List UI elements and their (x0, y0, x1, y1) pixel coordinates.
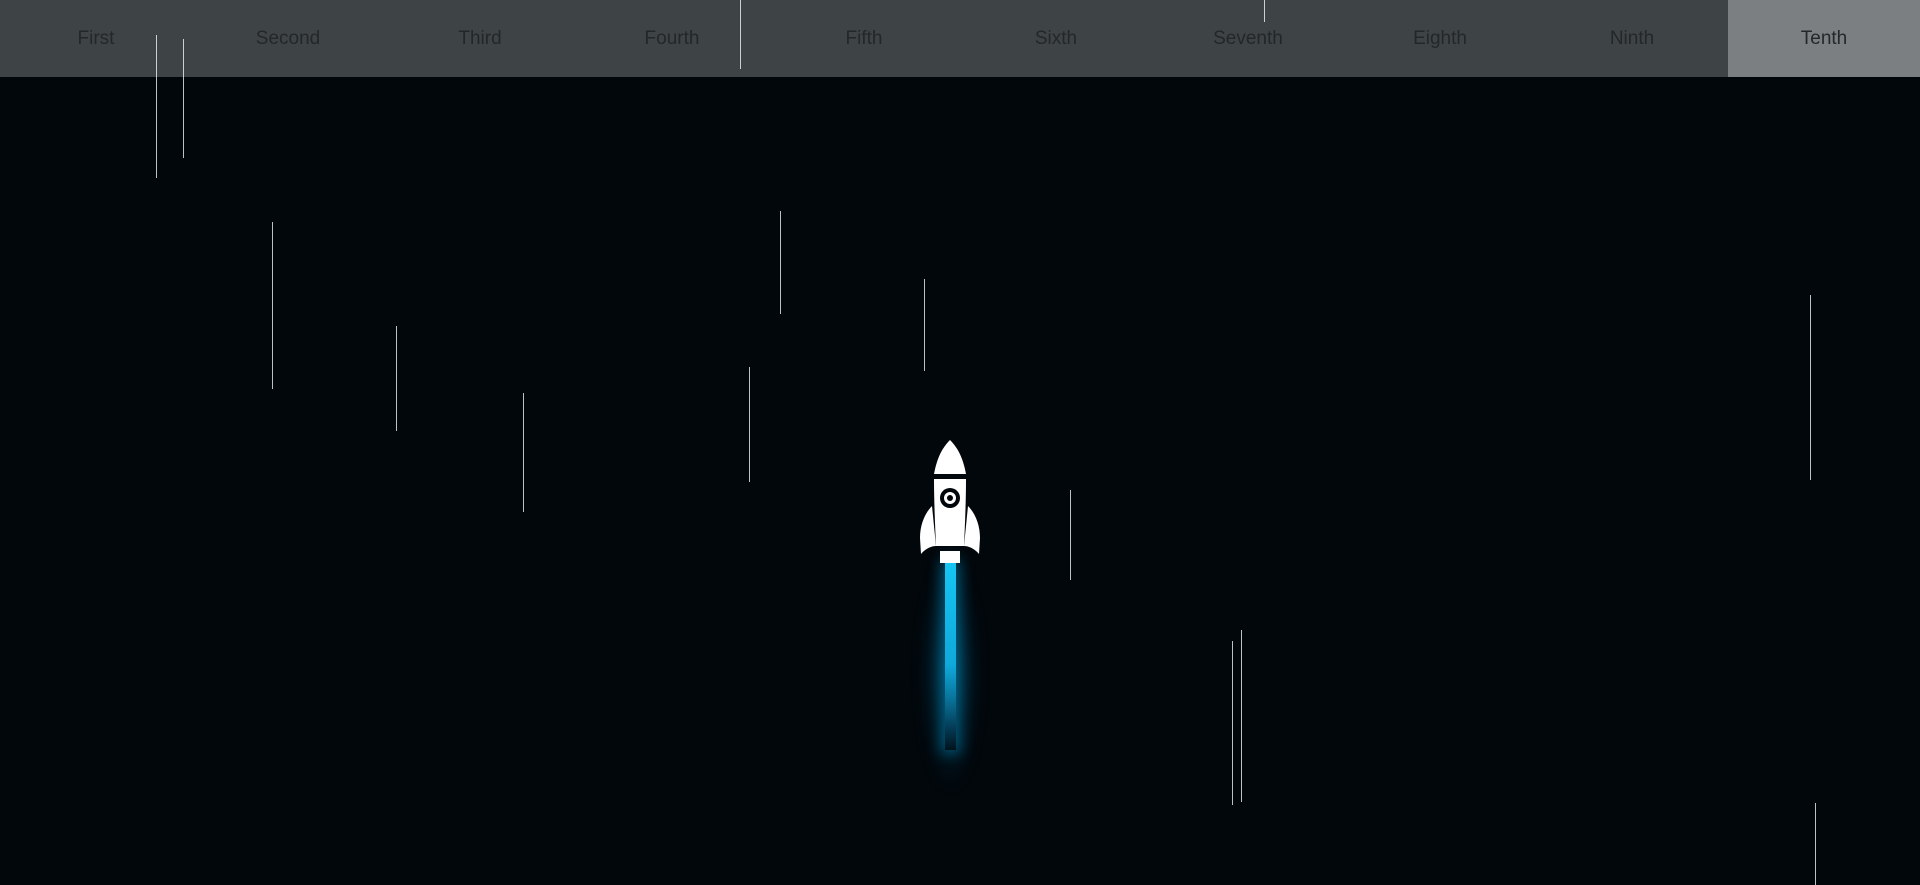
star-streak (272, 222, 273, 389)
tab-seventh[interactable]: Seventh (1152, 0, 1344, 77)
star-streak (1264, 0, 1265, 22)
star-streak (924, 279, 925, 371)
star-streak (749, 367, 750, 482)
star-streak (183, 39, 184, 158)
star-streak (1810, 295, 1811, 480)
star-streak (780, 211, 781, 314)
rocket-icon (920, 440, 980, 563)
top-navigation: First Second Third Fourth Fifth Sixth Se… (0, 0, 1920, 77)
star-streak (1241, 630, 1242, 802)
space-scene: First Second Third Fourth Fifth Sixth Se… (0, 0, 1920, 885)
tab-tenth[interactable]: Tenth (1728, 0, 1920, 77)
star-streak (1232, 641, 1233, 805)
star-streak (156, 35, 157, 178)
star-streak (1070, 490, 1071, 580)
tab-eighth[interactable]: Eighth (1344, 0, 1536, 77)
tab-second[interactable]: Second (192, 0, 384, 77)
tab-sixth[interactable]: Sixth (960, 0, 1152, 77)
tab-fifth[interactable]: Fifth (768, 0, 960, 77)
exhaust-flame (945, 562, 956, 750)
star-streak (523, 393, 524, 512)
rocket (902, 438, 998, 818)
star-streak (1815, 803, 1816, 885)
tab-third[interactable]: Third (384, 0, 576, 77)
tab-ninth[interactable]: Ninth (1536, 0, 1728, 77)
tab-first[interactable]: First (0, 0, 192, 77)
star-streak (396, 326, 397, 431)
star-streak (740, 0, 741, 69)
